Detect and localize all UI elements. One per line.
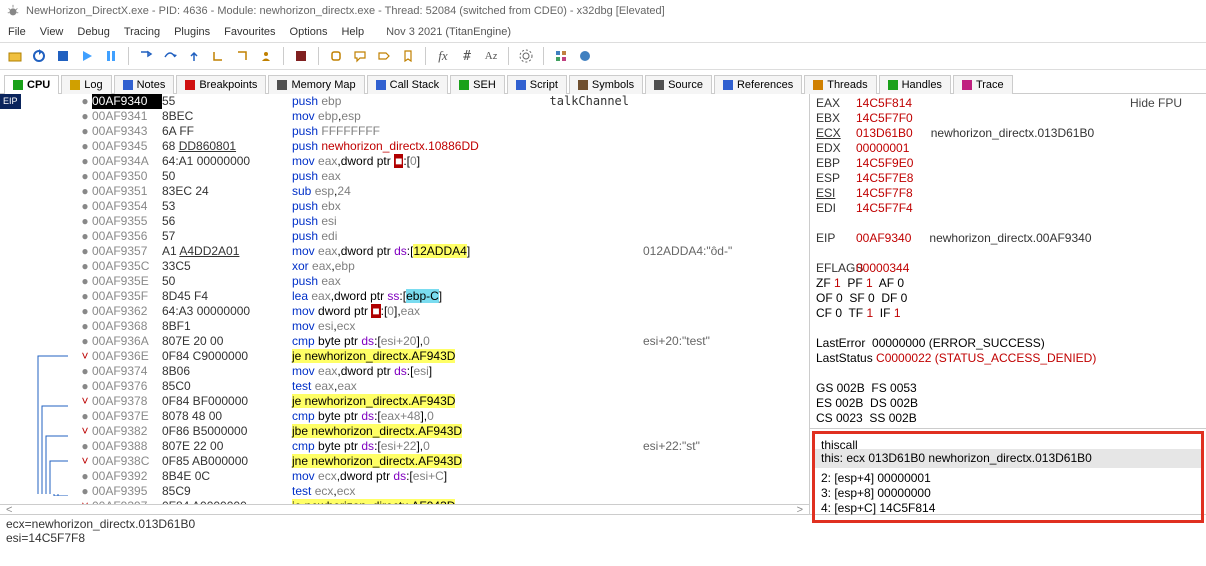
- menu-debug[interactable]: Debug: [77, 26, 109, 38]
- disasm-row[interactable]: ●00AF9350 50push eax: [78, 169, 809, 184]
- disasm-row[interactable]: ●00AF9395 85C9test ecx,ecx: [78, 484, 809, 499]
- patch-icon[interactable]: [327, 47, 345, 65]
- disasm-row[interactable]: ●00AF9362 64:A3 00000000mov dword ptr ■:…: [78, 304, 809, 319]
- registers-pane[interactable]: Hide FPU EAX14C5F814EBX14C5F7F0ECX013D61…: [810, 94, 1206, 429]
- toolbar: fx # Az: [0, 42, 1206, 70]
- tab-symbols[interactable]: Symbols: [569, 75, 643, 94]
- tab-references[interactable]: References: [714, 75, 802, 94]
- plugin-icon[interactable]: [576, 47, 594, 65]
- disassembly-pane: EIP talkChannel●00AF9340 55push ebp●00AF…: [0, 94, 810, 514]
- bookmark-icon[interactable]: [399, 47, 417, 65]
- disasm-row[interactable]: ˅00AF936E 0F84 C9000000je newhorizon_dir…: [78, 349, 809, 364]
- disasm-row[interactable]: ˅00AF938C 0F85 AB000000jne newhorizon_di…: [78, 454, 809, 469]
- menu-options[interactable]: Options: [290, 26, 328, 38]
- tabbar: CPULogNotesBreakpointsMemory MapCall Sta…: [0, 70, 1206, 94]
- tab-log[interactable]: Log: [61, 75, 111, 94]
- scylla-icon[interactable]: [292, 47, 310, 65]
- disasm-row[interactable]: ●00AF935E 50push eax: [78, 274, 809, 289]
- function-name: talkChannel: [550, 94, 629, 109]
- disasm-row[interactable]: ●00AF9345 68 DD860801push newhorizon_dir…: [78, 139, 809, 154]
- disasm-row[interactable]: ●00AF9340 55push ebp: [78, 94, 809, 109]
- disasm-row[interactable]: ●00AF936A 807E 20 00cmp byte ptr ds:[esi…: [78, 334, 809, 349]
- tab-handles[interactable]: Handles: [879, 75, 951, 94]
- menu-help[interactable]: Help: [341, 26, 364, 38]
- menu-file[interactable]: File: [8, 26, 26, 38]
- trace-into-icon[interactable]: [209, 47, 227, 65]
- settings-icon[interactable]: [517, 47, 535, 65]
- az-icon[interactable]: Az: [482, 47, 500, 65]
- menu-tracing[interactable]: Tracing: [124, 26, 160, 38]
- disasm-row[interactable]: ●00AF9368 8BF1mov esi,ecx: [78, 319, 809, 334]
- tab-memory map[interactable]: Memory Map: [268, 75, 364, 94]
- disasm-row[interactable]: ●00AF934A 64:A1 00000000mov eax,dword pt…: [78, 154, 809, 169]
- stack-row[interactable]: 4: [esp+C] 14C5F814: [821, 501, 1195, 516]
- tab-breakpoints[interactable]: Breakpoints: [176, 75, 266, 94]
- tab-call stack[interactable]: Call Stack: [367, 75, 449, 94]
- restart-icon[interactable]: [30, 47, 48, 65]
- disasm-row[interactable]: ˅00AF9382 0F86 B5000000jbe newhorizon_di…: [78, 424, 809, 439]
- trace-over-icon[interactable]: [233, 47, 251, 65]
- disasm-row[interactable]: ●00AF9343 6A FFpush FFFFFFFF: [78, 124, 809, 139]
- step-over-icon[interactable]: [161, 47, 179, 65]
- disasm-row[interactable]: ●00AF9392 8B4E 0Cmov ecx,dword ptr ds:[e…: [78, 469, 809, 484]
- build-date: Nov 3 2021 (TitanEngine): [386, 26, 511, 38]
- step-out-icon[interactable]: [185, 47, 203, 65]
- fx-icon[interactable]: fx: [434, 47, 452, 65]
- label-icon[interactable]: [375, 47, 393, 65]
- disasm-row[interactable]: ˅00AF9378 0F84 BF000000je newhorizon_dir…: [78, 394, 809, 409]
- app-icon: [6, 4, 20, 18]
- args-pane[interactable]: thiscall this: ecx 013D61B0 newhorizon_d…: [812, 431, 1204, 523]
- stop-icon[interactable]: [54, 47, 72, 65]
- disasm-row[interactable]: ●00AF9357 A1 A4DD2A01mov eax,dword ptr d…: [78, 244, 809, 259]
- disasm-row[interactable]: ●00AF9354 53push ebx: [78, 199, 809, 214]
- tab-cpu[interactable]: CPU: [4, 75, 59, 94]
- disasm-row[interactable]: ●00AF9388 807E 22 00cmp byte ptr ds:[esi…: [78, 439, 809, 454]
- disasm-row[interactable]: ●00AF935C 33C5xor eax,ebp: [78, 259, 809, 274]
- tab-source[interactable]: Source: [645, 75, 712, 94]
- run-to-user-icon[interactable]: [257, 47, 275, 65]
- comment-icon[interactable]: [351, 47, 369, 65]
- disasm-row[interactable]: ●00AF9351 83EC 24sub esp,24: [78, 184, 809, 199]
- jump-arrows: EIP: [0, 94, 78, 504]
- tab-seh[interactable]: SEH: [450, 75, 505, 94]
- disasm-row[interactable]: ●00AF9341 8BECmov ebp,esp: [78, 109, 809, 124]
- disasm-row[interactable]: ●00AF937E 8078 48 00cmp byte ptr ds:[eax…: [78, 409, 809, 424]
- tab-trace[interactable]: Trace: [953, 75, 1013, 94]
- tab-threads[interactable]: Threads: [804, 75, 876, 94]
- hide-fpu-button[interactable]: Hide FPU: [1130, 96, 1182, 111]
- pause-icon[interactable]: [102, 47, 120, 65]
- open-icon[interactable]: [6, 47, 24, 65]
- disasm-row[interactable]: ●00AF9374 8B06mov eax,dword ptr ds:[esi]: [78, 364, 809, 379]
- menu-favourites[interactable]: Favourites: [224, 26, 275, 38]
- hash-icon[interactable]: #: [458, 47, 476, 65]
- run-icon[interactable]: [78, 47, 96, 65]
- tab-notes[interactable]: Notes: [114, 75, 175, 94]
- h-scrollbar[interactable]: <>: [0, 504, 809, 514]
- menubar: File View Debug Tracing Plugins Favourit…: [0, 22, 1206, 42]
- menu-plugins[interactable]: Plugins: [174, 26, 210, 38]
- disasm-row[interactable]: ˅00AF9397 0F84 A0000000je newhorizon_dir…: [78, 499, 809, 504]
- titlebar: NewHorizon_DirectX.exe - PID: 4636 - Mod…: [0, 0, 1206, 22]
- info-line-2: esi=14C5F7F8: [6, 531, 1200, 545]
- tab-script[interactable]: Script: [507, 75, 567, 94]
- stack-row[interactable]: 3: [esp+8] 00000000: [821, 486, 1195, 501]
- module-icon[interactable]: [552, 47, 570, 65]
- window-title: NewHorizon_DirectX.exe - PID: 4636 - Mod…: [26, 5, 665, 17]
- disasm-row[interactable]: ●00AF9376 85C0test eax,eax: [78, 379, 809, 394]
- menu-view[interactable]: View: [40, 26, 64, 38]
- disasm-row[interactable]: ●00AF9356 57push edi: [78, 229, 809, 244]
- stack-row[interactable]: 2: [esp+4] 00000001: [821, 471, 1195, 486]
- step-into-icon[interactable]: [137, 47, 155, 65]
- this-pointer: this: ecx 013D61B0 newhorizon_directx.01…: [815, 449, 1201, 468]
- disasm-row[interactable]: ●00AF935F 8D45 F4lea eax,dword ptr ss:[e…: [78, 289, 809, 304]
- disasm-row[interactable]: ●00AF9355 56push esi: [78, 214, 809, 229]
